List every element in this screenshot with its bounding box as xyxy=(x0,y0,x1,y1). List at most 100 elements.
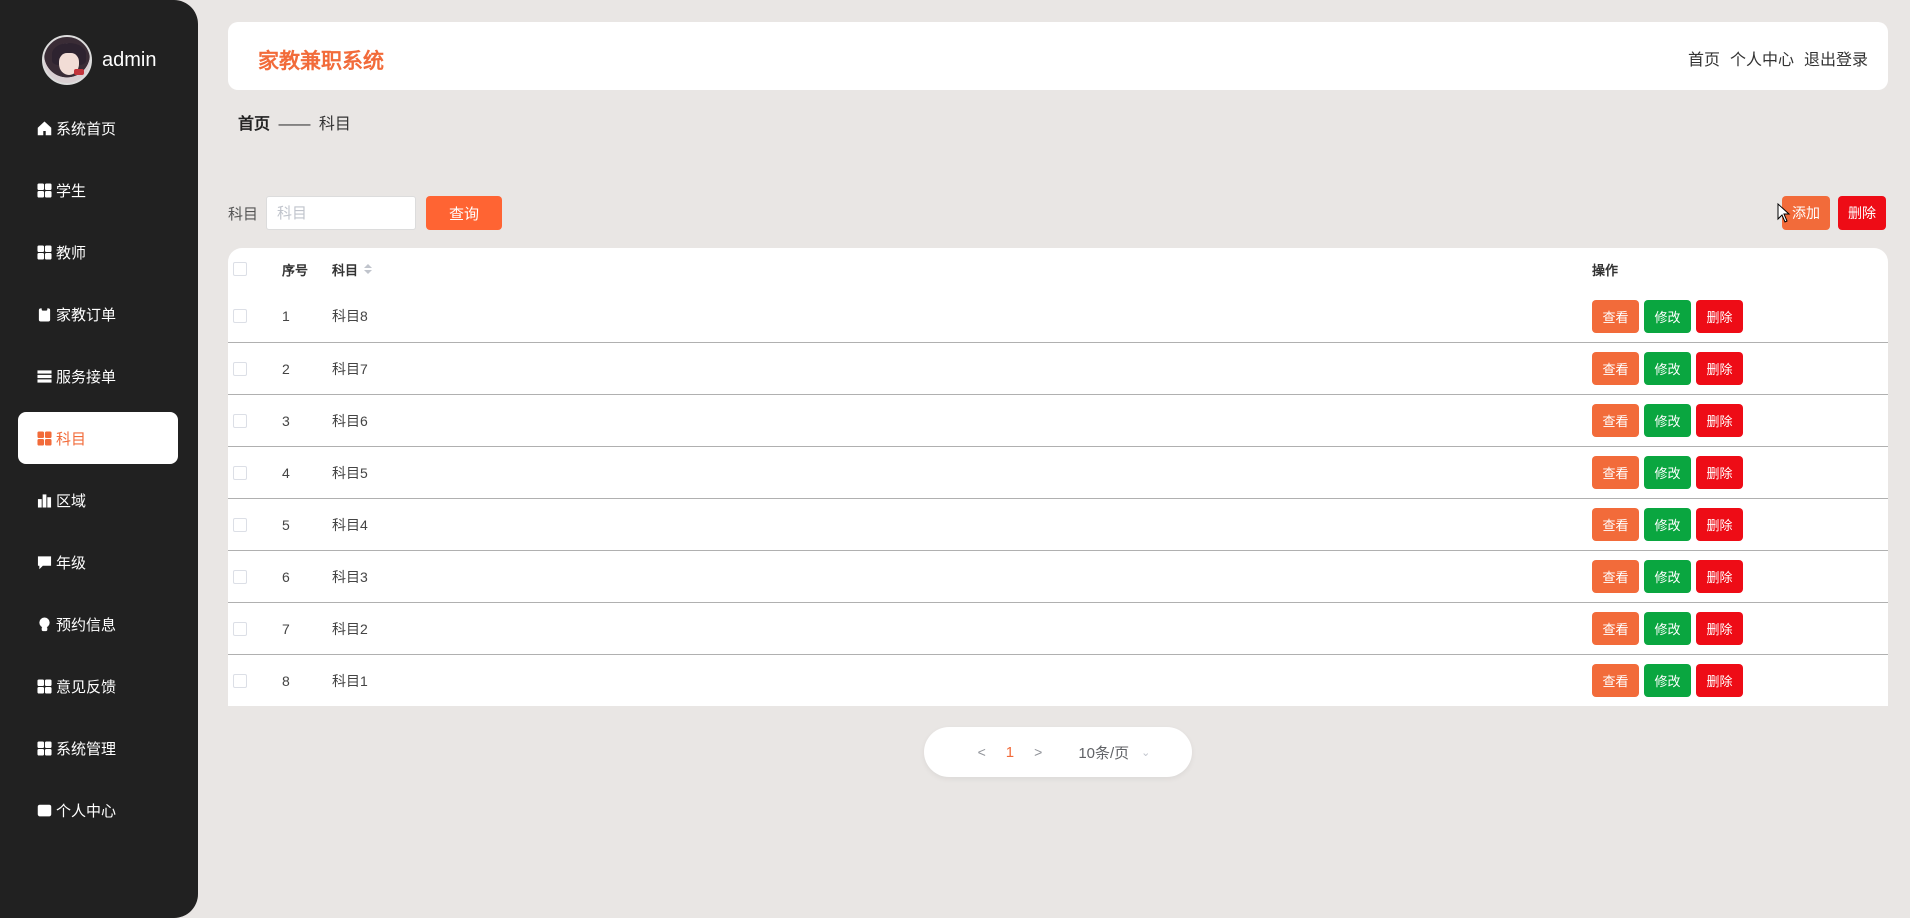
row-actions: 查看 修改 删除 xyxy=(1592,560,1743,593)
delete-button[interactable]: 删除 xyxy=(1696,352,1743,385)
row-actions: 查看 修改 删除 xyxy=(1592,404,1743,437)
row-checkbox[interactable] xyxy=(233,361,247,376)
mouse-cursor-icon xyxy=(1777,203,1791,223)
sidebar-item-5[interactable]: 科目 xyxy=(18,412,178,464)
sidebar-item-label: 系统首页 xyxy=(56,120,117,138)
row-subject: 科目2 xyxy=(332,620,368,637)
user-profile[interactable]: admin xyxy=(42,35,156,85)
sidebar-item-10[interactable]: 系统管理 xyxy=(18,722,178,774)
row-checkbox[interactable] xyxy=(233,309,247,323)
row-checkbox[interactable] xyxy=(233,673,247,688)
grid-icon xyxy=(36,740,52,756)
row-checkbox[interactable] xyxy=(233,569,247,584)
row-subject: 科目6 xyxy=(332,412,368,429)
view-button[interactable]: 查看 xyxy=(1592,404,1639,437)
sort-icon[interactable] xyxy=(364,264,373,274)
sidebar-item-2[interactable]: 教师 xyxy=(18,226,178,278)
edit-button[interactable]: 修改 xyxy=(1644,352,1691,385)
breadcrumb-current: 科目 xyxy=(318,116,351,133)
table-row: 6 科目3 查看 修改 删除 xyxy=(228,550,1888,602)
row-checkbox[interactable] xyxy=(233,413,247,428)
grid-icon xyxy=(36,244,52,260)
edit-button[interactable]: 修改 xyxy=(1644,299,1691,333)
row-checkbox[interactable] xyxy=(233,465,247,480)
app-title: 家教兼职系统 xyxy=(258,50,384,73)
sidebar-item-3[interactable]: 家教订单 xyxy=(18,288,178,340)
sidebar-item-0[interactable]: 系统首页 xyxy=(18,102,178,154)
table-row: 3 科目6 查看 修改 删除 xyxy=(228,394,1888,446)
prev-page-button[interactable]: < xyxy=(978,744,986,760)
sidebar-item-11[interactable]: 个人中心 xyxy=(18,784,178,836)
sidebar-item-4[interactable]: 服务接单 xyxy=(18,350,178,402)
row-index: 3 xyxy=(282,412,290,429)
nav-home-link[interactable]: 首页 xyxy=(1688,46,1720,70)
table-row: 8 科目1 查看 修改 删除 xyxy=(228,654,1888,706)
sidebar-item-6[interactable]: 区域 xyxy=(18,474,178,526)
home-icon xyxy=(36,120,52,136)
username: admin xyxy=(102,48,157,71)
delete-button[interactable]: 删除 xyxy=(1696,404,1743,437)
view-button[interactable]: 查看 xyxy=(1592,664,1639,697)
table-row: 4 科目5 查看 修改 删除 xyxy=(228,446,1888,498)
row-actions: 查看 修改 删除 xyxy=(1592,352,1743,385)
select-all-checkbox[interactable] xyxy=(233,262,247,276)
row-checkbox[interactable] xyxy=(233,517,247,532)
edit-button[interactable]: 修改 xyxy=(1644,508,1691,541)
delete-button[interactable]: 删除 xyxy=(1696,299,1743,333)
query-button[interactable]: 查询 xyxy=(426,196,503,230)
view-button[interactable]: 查看 xyxy=(1592,352,1639,385)
grid-icon xyxy=(36,430,52,446)
row-checkbox[interactable] xyxy=(233,621,247,636)
column-header-ops: 操作 xyxy=(1592,262,1619,278)
sidebar-item-1[interactable]: 学生 xyxy=(18,164,178,216)
row-subject: 科目5 xyxy=(332,464,368,481)
view-button[interactable]: 查看 xyxy=(1592,560,1639,593)
nav-profile-link[interactable]: 个人中心 xyxy=(1730,46,1794,70)
sidebar: admin 系统首页学生教师家教订单服务接单科目区域年级预约信息意见反馈系统管理… xyxy=(0,0,198,918)
delete-button[interactable]: 删除 xyxy=(1696,508,1743,541)
edit-button[interactable]: 修改 xyxy=(1644,612,1691,645)
column-header-subject[interactable]: 科目 xyxy=(332,260,373,279)
sidebar-item-9[interactable]: 意见反馈 xyxy=(18,660,178,712)
edit-button[interactable]: 修改 xyxy=(1644,456,1691,489)
subject-search-input[interactable] xyxy=(266,196,417,230)
current-page[interactable]: 1 xyxy=(1006,744,1014,761)
sidebar-item-label: 系统管理 xyxy=(56,740,117,758)
row-actions: 查看 修改 删除 xyxy=(1592,612,1743,645)
row-index: 7 xyxy=(282,620,290,637)
table-header: 序号 科目 操作 xyxy=(228,248,1888,290)
row-index: 8 xyxy=(282,672,290,689)
top-header: 家教兼职系统 首页 个人中心 退出登录 xyxy=(228,22,1888,90)
row-subject: 科目1 xyxy=(332,672,368,689)
view-button[interactable]: 查看 xyxy=(1592,612,1639,645)
next-page-button[interactable]: > xyxy=(1034,744,1042,760)
sidebar-item-label: 区域 xyxy=(56,492,87,510)
nav-logout-link[interactable]: 退出登录 xyxy=(1804,46,1868,70)
row-index: 1 xyxy=(282,308,290,324)
delete-button[interactable]: 删除 xyxy=(1696,612,1743,645)
table-row: 7 科目2 查看 修改 删除 xyxy=(228,602,1888,654)
sidebar-item-8[interactable]: 预约信息 xyxy=(18,598,178,650)
table-row: 1 科目8 查看 修改 删除 xyxy=(228,290,1888,342)
column-header-index: 序号 xyxy=(282,262,309,278)
sidebar-item-7[interactable]: 年级 xyxy=(18,536,178,588)
sidebar-item-label: 意见反馈 xyxy=(56,678,117,696)
chat-icon xyxy=(36,554,52,570)
edit-button[interactable]: 修改 xyxy=(1644,560,1691,593)
breadcrumb-home[interactable]: 首页 xyxy=(238,116,270,133)
delete-button[interactable]: 删除 xyxy=(1696,456,1743,489)
row-actions: 查看 修改 删除 xyxy=(1592,664,1743,697)
page-size-select[interactable]: 10条/页 ⌄ xyxy=(1078,742,1150,763)
view-button[interactable]: 查看 xyxy=(1592,456,1639,489)
delete-button[interactable]: 删除 xyxy=(1696,664,1743,697)
view-button[interactable]: 查看 xyxy=(1592,299,1639,333)
sidebar-item-label: 服务接单 xyxy=(56,368,117,386)
breadcrumb-separator: —— xyxy=(278,116,311,133)
bulk-actions: 添加 删除 xyxy=(1782,196,1886,230)
bulk-delete-button[interactable]: 删除 xyxy=(1838,196,1886,230)
edit-button[interactable]: 修改 xyxy=(1644,404,1691,437)
delete-button[interactable]: 删除 xyxy=(1696,560,1743,593)
view-button[interactable]: 查看 xyxy=(1592,508,1639,541)
edit-button[interactable]: 修改 xyxy=(1644,664,1691,697)
breadcrumb: 首页 —— 科目 xyxy=(238,110,351,134)
